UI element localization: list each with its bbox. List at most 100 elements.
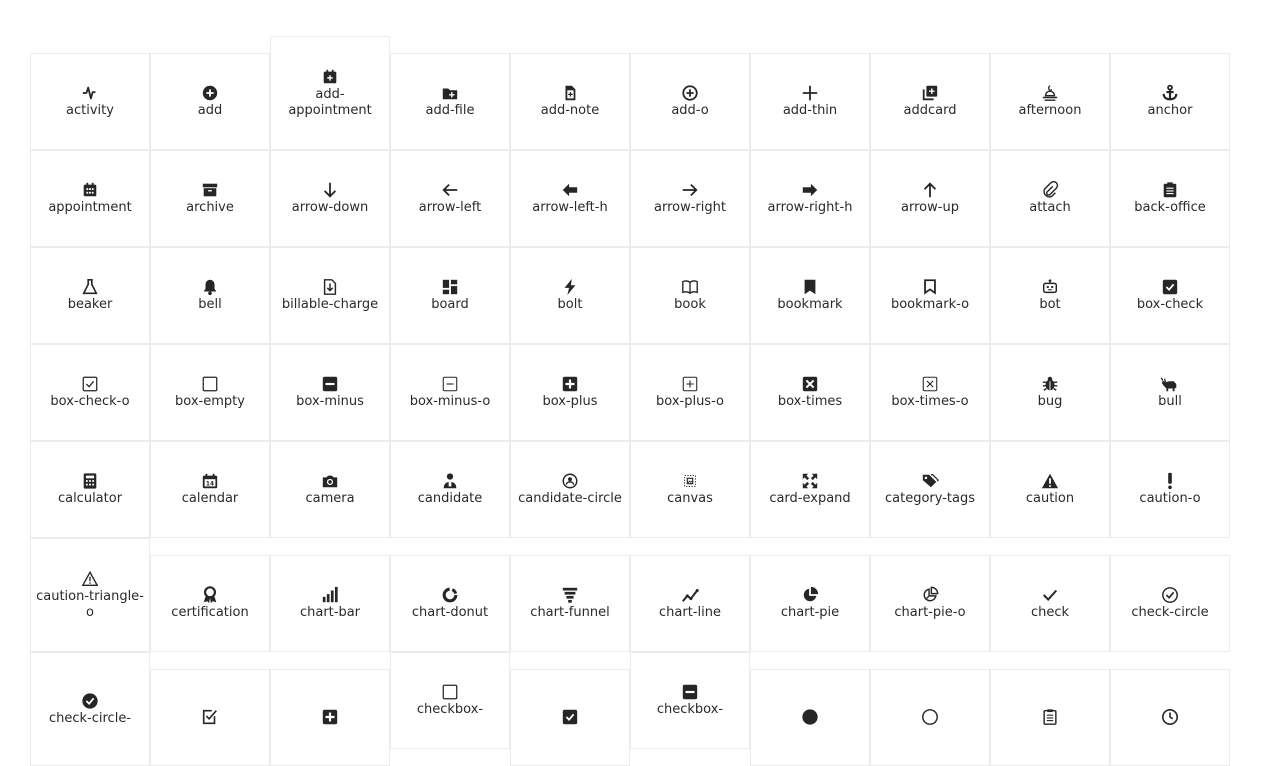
icon-tile[interactable] — [150, 669, 270, 766]
icon-tile[interactable]: checkbox- — [630, 652, 750, 749]
icon-label: arrow-down — [291, 200, 369, 215]
icon-tile[interactable] — [270, 669, 390, 766]
card-expand-icon — [801, 472, 819, 490]
icon-tile[interactable]: box-check-o — [30, 344, 150, 441]
icon-tile[interactable]: arrow-down — [270, 150, 390, 247]
icon-tile[interactable]: arrow-left-h — [510, 150, 630, 247]
box-plus-icon — [561, 375, 579, 393]
icon-tile[interactable] — [750, 669, 870, 766]
clipboard-icon — [1041, 708, 1059, 726]
icon-tile[interactable]: chart-bar — [270, 555, 390, 652]
icon-tile[interactable]: add-o — [630, 53, 750, 150]
candidate-circle-icon — [561, 472, 579, 490]
icon-tile[interactable]: chart-pie — [750, 555, 870, 652]
icon-tile[interactable]: add — [150, 53, 270, 150]
icon-label: add-appointment — [288, 86, 372, 118]
icon-tile[interactable]: box-plus-o — [630, 344, 750, 441]
icon-tile[interactable]: board — [390, 247, 510, 344]
caution-icon — [1041, 472, 1059, 490]
add-appointment-icon — [321, 68, 339, 86]
arrow-left-icon — [441, 181, 459, 199]
icon-label: arrow-left — [418, 200, 482, 215]
icon-tile[interactable]: caution-o — [1110, 441, 1230, 538]
icon-tile[interactable]: chart-pie-o — [870, 555, 990, 652]
icon-tile[interactable]: category-tags — [870, 441, 990, 538]
icon-tile[interactable]: card-expand — [750, 441, 870, 538]
icon-tile[interactable] — [1110, 669, 1230, 766]
icon-tile[interactable]: candidate — [390, 441, 510, 538]
icon-tile[interactable]: arrow-right — [630, 150, 750, 247]
icon-tile[interactable]: beaker — [30, 247, 150, 344]
afternoon-icon — [1041, 84, 1059, 102]
icon-tile[interactable]: box-check — [1110, 247, 1230, 344]
certification-icon — [201, 586, 219, 604]
icon-label: camera — [305, 491, 355, 506]
camera-icon — [321, 472, 339, 490]
add-note-icon — [561, 84, 579, 102]
chart-line-icon — [681, 586, 699, 604]
icon-tile[interactable]: bolt — [510, 247, 630, 344]
icon-tile[interactable]: arrow-right-h — [750, 150, 870, 247]
icon-tile[interactable]: afternoon — [990, 53, 1110, 150]
icon-tile[interactable]: billable-charge — [270, 247, 390, 344]
icon-tile[interactable]: box-empty — [150, 344, 270, 441]
icon-tile[interactable]: add-thin — [750, 53, 870, 150]
icon-gallery: activity add add-appointment add-file add-no… — [0, 0, 1280, 766]
icon-label: box-plus-o — [656, 394, 724, 409]
icon-tile[interactable]: attach — [990, 150, 1110, 247]
circle-icon — [801, 708, 819, 726]
icon-tile[interactable] — [990, 669, 1110, 766]
icon-tile[interactable]: bell — [150, 247, 270, 344]
icon-label: box-empty — [175, 394, 245, 409]
icon-tile[interactable]: box-plus — [510, 344, 630, 441]
icon-tile[interactable]: certification — [150, 555, 270, 652]
icon-tile[interactable]: candidate-circle — [510, 441, 630, 538]
icon-tile[interactable]: 14 calendar — [150, 441, 270, 538]
caution-o-icon — [1161, 472, 1179, 490]
icon-tile[interactable]: back-office — [1110, 150, 1230, 247]
icon-label: chart-line — [659, 605, 721, 620]
icon-tile[interactable]: box-minus — [270, 344, 390, 441]
icon-tile[interactable]: bug — [990, 344, 1110, 441]
icon-tile[interactable]: checkbox- — [390, 652, 510, 749]
checkbox-plus-icon — [321, 708, 339, 726]
icon-label: caution-o — [1139, 491, 1201, 506]
icon-tile[interactable]: book — [630, 247, 750, 344]
icon-tile[interactable]: bookmark — [750, 247, 870, 344]
icon-tile[interactable]: chart-funnel — [510, 555, 630, 652]
arrow-down-icon — [321, 181, 339, 199]
icon-tile[interactable]: arrow-up — [870, 150, 990, 247]
icon-tile[interactable]: bookmark-o — [870, 247, 990, 344]
clock-icon — [1161, 708, 1179, 726]
icon-tile[interactable]: chart-line — [630, 555, 750, 652]
icon-tile[interactable]: arrow-left — [390, 150, 510, 247]
icon-label: chart-bar — [299, 605, 361, 620]
icon-tile[interactable]: anchor — [1110, 53, 1230, 150]
icon-tile[interactable] — [870, 669, 990, 766]
icon-tile[interactable]: box-times-o — [870, 344, 990, 441]
icon-tile[interactable]: bull — [1110, 344, 1230, 441]
icon-tile[interactable]: chart-donut — [390, 555, 510, 652]
icon-label: activity — [66, 103, 114, 118]
icon-tile[interactable]: check-circle- — [30, 652, 150, 766]
icon-label: box-check — [1136, 297, 1204, 312]
icon-tile[interactable]: check-circle — [1110, 555, 1230, 652]
icon-tile[interactable]: box-minus-o — [390, 344, 510, 441]
icon-tile[interactable]: canvas — [630, 441, 750, 538]
icon-tile[interactable]: caution-triangle-o — [30, 538, 150, 652]
chart-bar-icon — [321, 586, 339, 604]
icon-tile[interactable]: bot — [990, 247, 1110, 344]
icon-tile[interactable]: add-file — [390, 53, 510, 150]
icon-tile[interactable]: check — [990, 555, 1110, 652]
icon-tile[interactable]: camera — [270, 441, 390, 538]
icon-tile[interactable]: appointment — [30, 150, 150, 247]
icon-tile[interactable]: caution — [990, 441, 1110, 538]
icon-tile[interactable]: calculator — [30, 441, 150, 538]
icon-tile[interactable]: box-times — [750, 344, 870, 441]
icon-tile[interactable]: add-appointment — [270, 36, 390, 150]
icon-tile[interactable] — [510, 669, 630, 766]
icon-tile[interactable]: addcard — [870, 53, 990, 150]
icon-tile[interactable]: archive — [150, 150, 270, 247]
icon-tile[interactable]: add-note — [510, 53, 630, 150]
icon-tile[interactable]: activity — [30, 53, 150, 150]
